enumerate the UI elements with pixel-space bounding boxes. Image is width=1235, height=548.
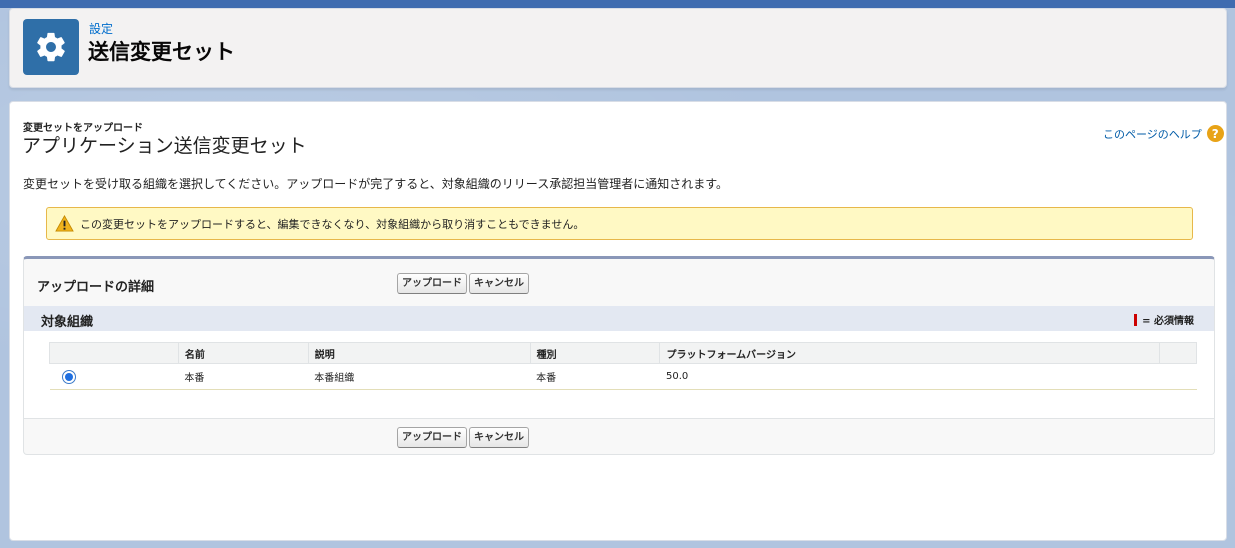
column-header-select [49, 342, 179, 364]
upload-details-section: アップロードの詳細 アップロード キャンセル 対象組織 = 必須情報 名前 説明… [23, 256, 1215, 455]
page-header: 設定 送信変更セット [9, 8, 1227, 88]
main-content: 変更セットをアップロード アプリケーション送信変更セット このページのヘルプ ?… [9, 101, 1227, 541]
required-legend: = 必須情報 [1134, 312, 1194, 327]
column-header-name[interactable]: 名前 [177, 342, 309, 364]
warning-text: この変更セットをアップロードすると、編集できなくなり、対象組織から取り消すことも… [80, 217, 585, 231]
column-header-description[interactable]: 説明 [307, 342, 531, 364]
row-type: 本番 [530, 363, 660, 390]
page-header-title: 送信変更セット [88, 40, 235, 64]
row-select-cell[interactable] [49, 363, 179, 390]
table-header-row: 名前 説明 種別 プラットフォームバージョン [49, 342, 1197, 364]
row-description: 本番組織 [308, 363, 531, 390]
column-header-platform-version[interactable]: プラットフォームバージョン [659, 342, 1160, 364]
help-link[interactable]: このページのヘルプ ? [1103, 125, 1224, 142]
required-mark-icon [1134, 313, 1138, 326]
row-name: 本番 [178, 363, 309, 390]
section-title: アップロードの詳細 [37, 280, 155, 295]
upload-button[interactable]: アップロード [397, 273, 467, 294]
warning-icon [55, 215, 74, 232]
target-org-table: 名前 説明 種別 プラットフォームバージョン 本番 本番組織 本番 50.0 [49, 342, 1197, 390]
upload-button-bottom[interactable]: アップロード [397, 427, 467, 448]
breadcrumb[interactable]: 設定 [89, 20, 113, 37]
intro-text: 変更セットを受け取る組織を選択してください。アップロードが完了すると、対象組織の… [23, 177, 729, 191]
column-header-type[interactable]: 種別 [529, 342, 661, 364]
help-link-label[interactable]: このページのヘルプ [1103, 126, 1202, 142]
top-band [0, 0, 1235, 8]
table-area: 名前 説明 種別 プラットフォームバージョン 本番 本番組織 本番 50.0 [24, 331, 1214, 418]
required-legend-text: = 必須情報 [1142, 316, 1194, 327]
radio-selected-dot [64, 372, 73, 381]
warning-message: この変更セットをアップロードすると、編集できなくなり、対象組織から取り消すことも… [46, 207, 1193, 240]
column-header-extra [1159, 342, 1197, 364]
table-row[interactable]: 本番 本番組織 本番 50.0 [49, 363, 1197, 390]
target-org-subsection: 対象組織 = 必須情報 [24, 306, 1214, 331]
cancel-button-bottom[interactable]: キャンセル [469, 427, 529, 448]
cancel-button[interactable]: キャンセル [469, 273, 529, 294]
help-icon[interactable]: ? [1206, 125, 1224, 142]
row-platform-version: 50.0 [659, 363, 1160, 390]
org-radio-button[interactable] [61, 369, 76, 384]
page-title: アプリケーション送信変更セット [22, 135, 307, 157]
section-footer: アップロード キャンセル [24, 418, 1214, 455]
gear-icon [23, 19, 79, 75]
row-extra [1159, 363, 1197, 390]
section-header: アップロードの詳細 アップロード キャンセル [24, 259, 1214, 305]
subsection-title: 対象組織 [41, 315, 94, 330]
